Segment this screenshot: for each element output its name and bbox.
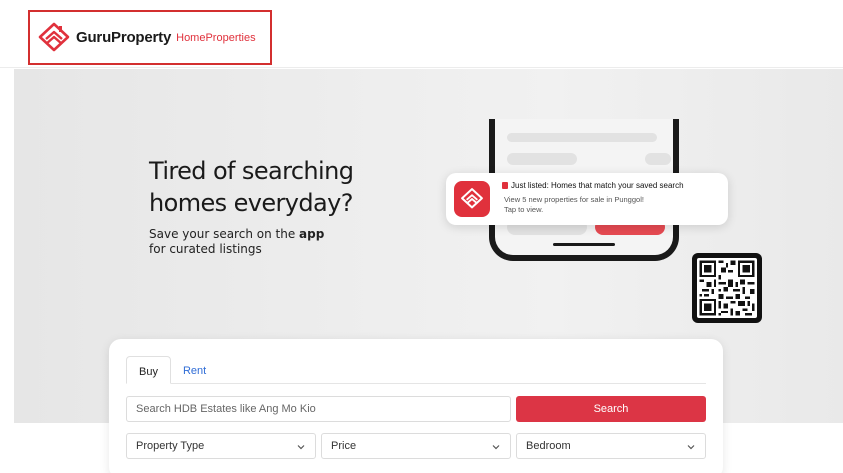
tab-buy[interactable]: Buy xyxy=(126,356,171,384)
home-indicator xyxy=(553,243,615,246)
tab-rent[interactable]: Rent xyxy=(171,356,218,384)
site-header: GuruProperty HomeProperties xyxy=(0,0,843,68)
placeholder-bar xyxy=(507,153,577,165)
placeholder-bar xyxy=(507,133,657,142)
search-tabs: Buy Rent xyxy=(126,356,706,384)
qr-code xyxy=(692,253,762,323)
search-card: Buy Rent Search Property Type Price Bedr… xyxy=(109,339,723,473)
house-badge-icon xyxy=(502,182,508,189)
property-type-select[interactable]: Property Type xyxy=(126,433,316,459)
chevron-down-icon xyxy=(492,445,500,450)
hero-subtitle-line-1: Save your search on the app xyxy=(149,227,324,242)
hero-subtitle-prefix: Save your search on the xyxy=(149,227,300,241)
hero-subtitle: Save your search on the app for curated … xyxy=(149,227,324,257)
hero-title: Tired of searching homes everyday? xyxy=(149,155,354,219)
brand-subtitle: HomeProperties xyxy=(176,31,256,44)
push-notification[interactable]: Just listed: Homes that match your saved… xyxy=(446,173,728,225)
placeholder-bar xyxy=(645,153,671,165)
property-type-label: Property Type xyxy=(136,440,205,452)
house-logo-icon xyxy=(36,20,72,56)
notification-title-text: Just listed: Homes that match your saved… xyxy=(511,181,684,190)
hero-subtitle-app[interactable]: app xyxy=(299,227,324,241)
app-logo-icon xyxy=(454,181,490,217)
chevron-down-icon xyxy=(297,445,305,450)
bedroom-label: Bedroom xyxy=(526,440,571,452)
search-input[interactable] xyxy=(126,396,511,422)
site-logo[interactable]: GuruProperty HomeProperties xyxy=(28,10,272,65)
notification-line-1: View 5 new properties for sale in Punggo… xyxy=(504,195,644,204)
notification-title: Just listed: Homes that match your saved… xyxy=(502,181,684,190)
search-button[interactable]: Search xyxy=(516,396,706,422)
price-select[interactable]: Price xyxy=(321,433,511,459)
price-label: Price xyxy=(331,440,357,452)
hero-title-line-1: Tired of searching xyxy=(149,157,354,185)
hero-subtitle-line-2: for curated listings xyxy=(149,242,262,256)
bedroom-select[interactable]: Bedroom xyxy=(516,433,706,459)
notification-line-2: Tap to view. xyxy=(504,205,544,214)
hero-title-line-2: homes everyday? xyxy=(149,189,353,217)
qr-code-icon xyxy=(697,258,757,318)
brand-name: GuruProperty xyxy=(76,29,172,46)
chevron-down-icon xyxy=(687,445,695,450)
